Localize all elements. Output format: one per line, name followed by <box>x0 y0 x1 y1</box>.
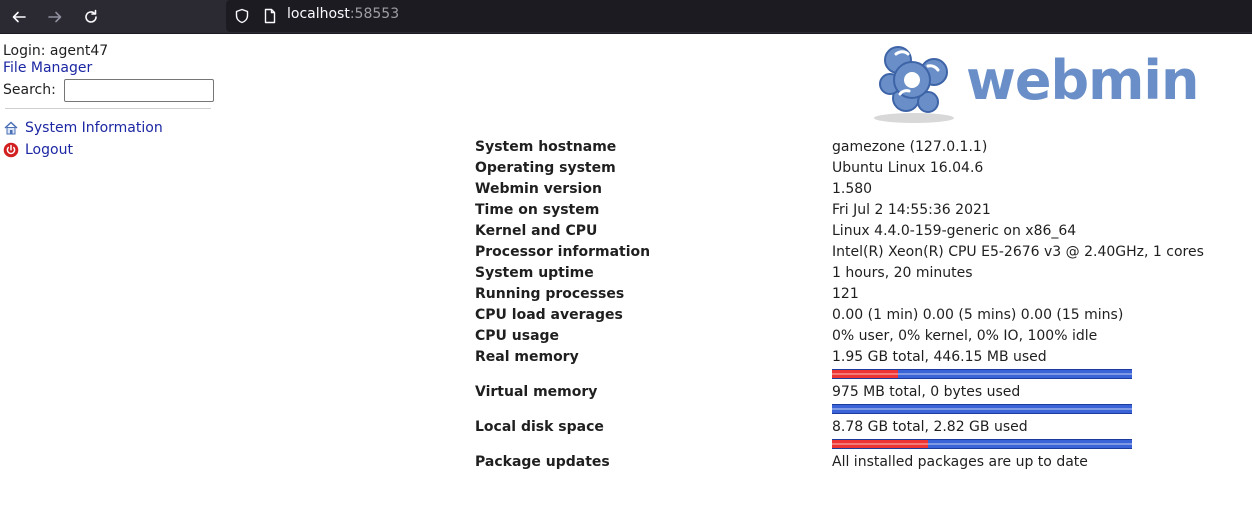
back-button[interactable] <box>5 3 33 31</box>
info-row-processes: Running processes 121 <box>475 284 1195 305</box>
arrow-left-icon <box>12 11 26 23</box>
webmin-wordmark: webmin <box>966 49 1199 112</box>
info-row-processor: Processor information Intel(R) Xeon(R) C… <box>475 242 1204 263</box>
info-label: Virtual memory <box>475 384 598 400</box>
info-row-load: CPU load averages 0.00 (1 min) 0.00 (5 m… <box>475 305 1195 326</box>
arrow-right-icon <box>48 11 62 23</box>
info-label: Running processes <box>475 286 625 302</box>
info-label: System hostname <box>475 139 617 155</box>
info-value: 121 <box>832 286 859 302</box>
info-row-cpu-usage: CPU usage 0% user, 0% kernel, 0% IO, 100… <box>475 326 1195 347</box>
info-row-webmin-version: Webmin version 1.580 <box>475 179 1195 200</box>
url-text[interactable]: localhost:58553 <box>287 6 399 22</box>
webmin-emblem-icon <box>874 46 954 123</box>
info-value: 8.78 GB total, 2.82 GB used <box>832 419 1028 435</box>
info-value: 0.00 (1 min) 0.00 (5 mins) 0.00 (15 mins… <box>832 307 1124 323</box>
info-label: Operating system <box>475 160 616 176</box>
info-label: CPU usage <box>475 328 560 344</box>
address-bar[interactable]: localhost:58553 <box>226 0 1252 32</box>
webmin-logo: webmin <box>866 40 1199 126</box>
info-row-packages: Package updates All installed packages a… <box>475 452 1195 473</box>
search-input[interactable] <box>63 78 214 102</box>
disk-space-bar <box>832 439 1132 449</box>
info-value: Intel(R) Xeon(R) CPU E5-2676 v3 @ 2.40GH… <box>832 244 1204 260</box>
info-row-time: Time on system Fri Jul 2 14:55:36 2021 <box>475 200 1195 221</box>
info-value: 1.580 <box>832 181 873 197</box>
menu-item-logout[interactable]: Logout <box>3 139 218 161</box>
info-value: 0% user, 0% kernel, 0% IO, 100% idle <box>832 328 1098 344</box>
file-manager-link[interactable]: File Manager <box>3 60 92 76</box>
info-value: 975 MB total, 0 bytes used <box>832 384 1021 400</box>
info-value: 1.95 GB total, 446.15 MB used <box>832 349 1047 365</box>
login-text: Login: agent47 <box>3 43 109 59</box>
info-value: Fri Jul 2 14:55:36 2021 <box>832 202 991 218</box>
url-port: :58553 <box>349 6 400 22</box>
info-row-real-memory: Real memory 1.95 GB total, 446.15 MB use… <box>475 347 1195 368</box>
info-row-disk: Local disk space 8.78 GB total, 2.82 GB … <box>475 417 1195 438</box>
info-value: 1 hours, 20 minutes <box>832 265 973 281</box>
left-frame: Login: agent47 File Manager Search: Syst… <box>3 43 218 161</box>
shield-icon[interactable] <box>234 8 250 24</box>
info-label: Kernel and CPU <box>475 223 598 239</box>
real-memory-bar <box>832 369 1132 379</box>
info-label: Package updates <box>475 454 610 470</box>
info-row-os: Operating system Ubuntu Linux 16.04.6 <box>475 158 1195 179</box>
virtual-memory-bar <box>832 404 1132 414</box>
info-label: Time on system <box>475 202 600 218</box>
url-host: localhost <box>287 6 350 22</box>
info-label: Real memory <box>475 349 579 365</box>
forward-button[interactable] <box>41 3 69 31</box>
info-row-virtual-memory: Virtual memory 975 MB total, 0 bytes use… <box>475 382 1195 403</box>
info-label: Webmin version <box>475 181 602 197</box>
logout-link[interactable]: Logout <box>25 142 73 158</box>
info-value: Ubuntu Linux 16.04.6 <box>832 160 984 176</box>
info-value: gamezone (127.0.1.1) <box>832 139 988 155</box>
reload-icon <box>85 9 97 23</box>
page-icon[interactable] <box>262 8 278 24</box>
info-label: Processor information <box>475 244 651 260</box>
house-icon <box>3 120 19 136</box>
power-icon <box>3 142 19 158</box>
info-label: CPU load averages <box>475 307 623 323</box>
browser-toolbar: localhost:58553 <box>0 0 1252 34</box>
info-row-hostname: System hostname gamezone (127.0.1.1) <box>475 137 1195 158</box>
search-row: Search: <box>3 78 218 102</box>
info-label: Local disk space <box>475 419 604 435</box>
info-value: Linux 4.4.0-159-generic on x86_64 <box>832 223 1077 239</box>
info-value: All installed packages are up to date <box>832 454 1088 470</box>
reload-button[interactable] <box>77 3 105 31</box>
info-label: System uptime <box>475 265 594 281</box>
menu-item-system-information[interactable]: System Information <box>3 117 218 139</box>
search-label: Search: <box>3 82 56 98</box>
info-row-kernel: Kernel and CPU Linux 4.4.0-159-generic o… <box>475 221 1195 242</box>
divider <box>5 108 211 109</box>
system-information-link[interactable]: System Information <box>25 120 163 136</box>
system-info-table: System hostname gamezone (127.0.1.1) Ope… <box>475 137 1204 473</box>
info-row-uptime: System uptime 1 hours, 20 minutes <box>475 263 1195 284</box>
